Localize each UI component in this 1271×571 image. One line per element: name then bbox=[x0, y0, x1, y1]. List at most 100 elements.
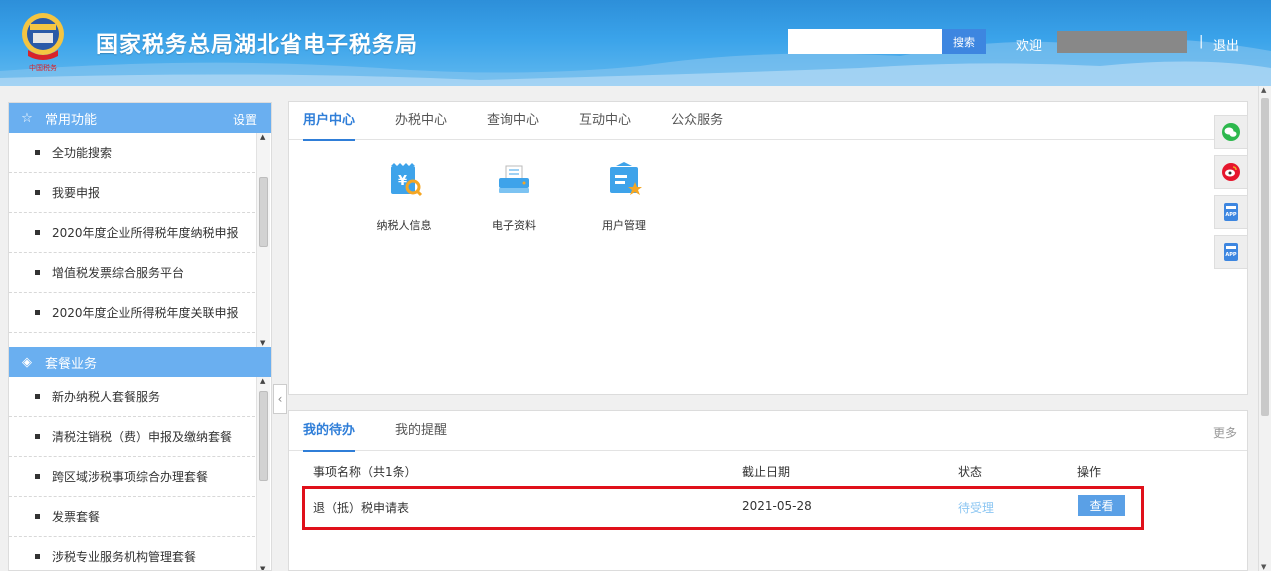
collapse-sidebar-button[interactable]: ‹ bbox=[273, 384, 287, 414]
scroll-thumb[interactable] bbox=[259, 177, 268, 247]
bullet-icon bbox=[35, 474, 40, 479]
sidebar-item-label: 我要申报 bbox=[52, 186, 101, 200]
scroll-up-icon[interactable]: ▲ bbox=[1261, 86, 1266, 94]
wechat-button[interactable] bbox=[1214, 115, 1248, 149]
app-icon: APP bbox=[1224, 243, 1238, 261]
star-icon: ☆ bbox=[21, 110, 33, 126]
user-center-panel: 用户中心 办税中心 查询中心 互动中心 公众服务 ¥ 纳税人信息 电子资料 用户… bbox=[288, 101, 1248, 395]
package-services-list: 新办纳税人套餐服务 清税注销税（费）申报及缴纳套餐 跨区域涉税事项综合办理套餐 … bbox=[9, 377, 271, 570]
bullet-icon bbox=[35, 190, 40, 195]
sidebar-item-label: 清税注销税（费）申报及缴纳套餐 bbox=[52, 430, 233, 444]
bullet-icon bbox=[35, 230, 40, 235]
app-e-documents[interactable]: 电子资料 bbox=[459, 160, 569, 233]
common-functions-title: 常用功能 bbox=[45, 112, 98, 128]
common-functions-header: ☆ 常用功能 设置 bbox=[9, 103, 271, 133]
wechat-icon bbox=[1222, 123, 1240, 141]
search-button[interactable]: 搜索 bbox=[942, 29, 986, 54]
column-header-deadline: 截止日期 bbox=[742, 465, 791, 479]
sidebar-item-declare[interactable]: 我要申报 bbox=[9, 173, 255, 213]
bullet-icon bbox=[35, 310, 40, 315]
sidebar-item-annual-income-tax[interactable]: 2020年度企业所得税年度纳税申报 bbox=[9, 213, 255, 253]
app-taxpayer-info[interactable]: ¥ 纳税人信息 bbox=[349, 160, 459, 233]
svg-text:APP: APP bbox=[1225, 212, 1237, 218]
scroll-thumb[interactable] bbox=[259, 391, 268, 481]
svg-text:APP: APP bbox=[1225, 252, 1237, 258]
bullet-icon bbox=[35, 554, 40, 559]
sidebar-item-invoice-platform[interactable]: 增值税发票综合服务平台 bbox=[9, 253, 255, 293]
logout-link[interactable]: 退出 bbox=[1213, 35, 1239, 54]
tab-tax-center[interactable]: 办税中心 bbox=[395, 102, 447, 140]
todo-tabs: 我的待办 我的提醒 更多 bbox=[289, 411, 1247, 452]
bullet-icon bbox=[35, 394, 40, 399]
sidebar-item-related-party[interactable]: 2020年度企业所得税年度关联申报 bbox=[9, 293, 255, 333]
package-services-header: ◈ 套餐业务 bbox=[9, 347, 271, 377]
sidebar-item-label: 新办纳税人套餐服务 bbox=[52, 390, 161, 404]
column-header-action: 操作 bbox=[1077, 465, 1102, 479]
more-link[interactable]: 更多 bbox=[1213, 424, 1237, 441]
scroll-down-icon[interactable]: ▼ bbox=[1261, 563, 1266, 571]
tab-my-reminders[interactable]: 我的提醒 bbox=[395, 411, 447, 451]
sidebar-item-label: 涉税专业服务机构管理套餐 bbox=[52, 550, 197, 564]
search-input[interactable] bbox=[788, 29, 942, 54]
common-functions-list: 全功能搜索 我要申报 2020年度企业所得税年度纳税申报 增值税发票综合服务平台… bbox=[9, 133, 271, 347]
sidebar-item-label: 跨区域涉税事项综合办理套餐 bbox=[52, 470, 209, 484]
app-icon: APP bbox=[1224, 203, 1238, 221]
sidebar-item-label: 2020年度企业所得税年度关联申报 bbox=[52, 306, 239, 320]
common-list-scrollbar[interactable]: ▲ ▼ bbox=[256, 133, 270, 347]
bullet-icon bbox=[35, 270, 40, 275]
bullet-icon bbox=[35, 514, 40, 519]
sidebar-item-label: 2020年度企业所得税年度纳税申报 bbox=[52, 226, 239, 240]
settings-link[interactable]: 设置 bbox=[233, 111, 257, 128]
scroll-up-icon[interactable]: ▲ bbox=[260, 133, 265, 141]
app-download-button-2[interactable]: APP bbox=[1214, 235, 1248, 269]
sidebar-item-deregistration[interactable]: 清税注销税（费）申报及缴纳套餐 bbox=[9, 417, 255, 457]
app-grid: ¥ 纳税人信息 电子资料 用户管理 bbox=[349, 160, 679, 233]
page-scrollbar[interactable]: ▲ ▼ bbox=[1258, 86, 1271, 571]
site-header: 中国税务 国家税务总局湖北省电子税务局 搜索 欢迎 | 退出 bbox=[0, 0, 1271, 86]
sidebar-item-label: 增值税发票综合服务平台 bbox=[52, 266, 185, 280]
user-management-icon bbox=[610, 162, 642, 195]
weibo-icon bbox=[1222, 163, 1240, 181]
sidebar-item-invoice-package[interactable]: 发票套餐 bbox=[9, 497, 255, 537]
tax-emblem-logo: 中国税务 bbox=[22, 13, 64, 72]
sidebar-item-new-taxpayer[interactable]: 新办纳税人套餐服务 bbox=[9, 377, 255, 417]
package-services-title: 套餐业务 bbox=[45, 356, 98, 372]
svg-text:中国税务: 中国税务 bbox=[29, 63, 57, 72]
welcome-text: 欢迎 bbox=[1016, 39, 1043, 54]
tab-query-center[interactable]: 查询中心 bbox=[487, 102, 539, 140]
sidebar: ☆ 常用功能 设置 全功能搜索 我要申报 2020年度企业所得税年度纳税申报 增… bbox=[8, 102, 272, 571]
sidebar-item-label: 发票套餐 bbox=[52, 510, 101, 524]
tab-user-center[interactable]: 用户中心 bbox=[303, 102, 356, 141]
package-list-scrollbar[interactable]: ▲ ▼ bbox=[256, 377, 270, 570]
taxpayer-info-icon: ¥ bbox=[391, 163, 423, 197]
highlight-box bbox=[302, 486, 1144, 530]
app-label: 用户管理 bbox=[602, 219, 646, 232]
weibo-button[interactable] bbox=[1214, 155, 1248, 189]
app-label: 纳税人信息 bbox=[376, 219, 432, 232]
tab-my-todo[interactable]: 我的待办 bbox=[303, 411, 356, 452]
tab-interaction-center[interactable]: 互动中心 bbox=[579, 102, 631, 140]
scroll-down-icon[interactable]: ▼ bbox=[260, 565, 265, 570]
column-header-status: 状态 bbox=[958, 465, 983, 479]
scroll-down-icon[interactable]: ▼ bbox=[260, 339, 265, 347]
column-header-name: 事项名称（共1条） bbox=[313, 465, 417, 479]
main-tabs: 用户中心 办税中心 查询中心 互动中心 公众服务 bbox=[289, 102, 1247, 141]
page-scroll-thumb[interactable] bbox=[1261, 98, 1269, 416]
site-title: 国家税务总局湖北省电子税务局 bbox=[96, 33, 419, 58]
e-documents-icon bbox=[499, 165, 529, 193]
bullet-icon bbox=[35, 434, 40, 439]
sidebar-item-search[interactable]: 全功能搜索 bbox=[9, 133, 255, 173]
app-label: 电子资料 bbox=[492, 219, 536, 232]
sidebar-item-cross-region[interactable]: 跨区域涉税事项综合办理套餐 bbox=[9, 457, 255, 497]
bullet-icon bbox=[35, 150, 40, 155]
app-download-button[interactable]: APP bbox=[1214, 195, 1248, 229]
sidebar-item-agency-management[interactable]: 涉税专业服务机构管理套餐 bbox=[9, 537, 255, 570]
floating-toolbar: APP APP bbox=[1214, 115, 1248, 275]
header-separator: | bbox=[1199, 34, 1204, 49]
sidebar-item-label: 全功能搜索 bbox=[52, 146, 113, 160]
tab-public-services[interactable]: 公众服务 bbox=[671, 102, 723, 140]
username-redacted bbox=[1057, 31, 1187, 53]
layers-icon: ◈ bbox=[22, 354, 32, 370]
app-user-management[interactable]: 用户管理 bbox=[569, 160, 679, 233]
scroll-up-icon[interactable]: ▲ bbox=[260, 377, 265, 385]
